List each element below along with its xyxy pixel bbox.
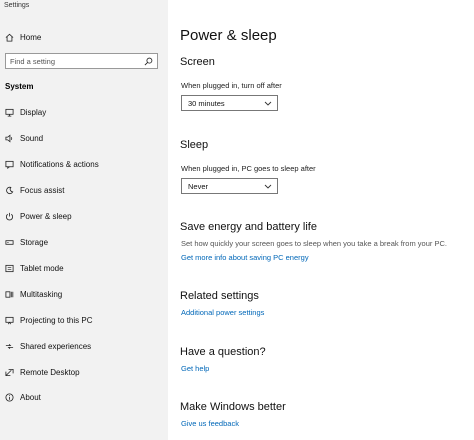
make-windows-better-heading: Make Windows better — [180, 401, 286, 413]
get-help-link[interactable]: Get help — [181, 364, 209, 373]
sidebar-item-label: Sound — [20, 133, 44, 143]
sidebar-item-label: Projecting to this PC — [20, 315, 93, 325]
notifications-icon — [5, 160, 14, 169]
sound-icon — [5, 134, 14, 143]
power-icon — [5, 212, 14, 221]
storage-icon — [5, 238, 14, 247]
main-content: Power & sleep Screen When plugged in, tu… — [168, 0, 474, 440]
sidebar-item-label: Focus assist — [20, 185, 65, 195]
additional-power-settings-link[interactable]: Additional power settings — [181, 308, 264, 317]
screen-timeout-value: 30 minutes — [188, 99, 225, 108]
display-icon — [5, 108, 14, 117]
question-heading: Have a question? — [180, 346, 266, 358]
sleep-timeout-value: Never — [188, 182, 209, 191]
tablet-icon — [5, 264, 14, 273]
screen-plugged-in-label: When plugged in, turn off after — [181, 81, 282, 90]
page-title: Power & sleep — [180, 27, 277, 44]
save-energy-description: Set how quickly your screen goes to slee… — [181, 239, 447, 248]
sidebar-item-label: Power & sleep — [20, 211, 72, 221]
sidebar-section-system: System — [5, 82, 34, 91]
sidebar-item-label: Multitasking — [20, 289, 63, 299]
search-icon — [144, 57, 153, 66]
home-icon — [5, 33, 14, 42]
sidebar-item-storage[interactable]: Storage — [0, 233, 168, 251]
sidebar-item-label: Display — [20, 107, 47, 117]
sidebar-item-focus-assist[interactable]: Focus assist — [0, 181, 168, 199]
projecting-icon — [5, 316, 14, 325]
sidebar-item-shared-experiences[interactable]: Shared experiences — [0, 337, 168, 355]
sidebar-item-label: Storage — [20, 237, 49, 247]
related-settings-heading: Related settings — [180, 290, 259, 302]
energy-info-link[interactable]: Get more info about saving PC energy — [181, 253, 309, 262]
sidebar-item-notifications[interactable]: Notifications & actions — [0, 155, 168, 173]
sidebar-item-label: Tablet mode — [20, 263, 64, 273]
sidebar-item-label: Remote Desktop — [20, 367, 80, 377]
give-feedback-link[interactable]: Give us feedback — [181, 419, 239, 428]
sidebar-item-label: About — [20, 392, 41, 402]
sidebar-item-sound[interactable]: Sound — [0, 129, 168, 147]
chevron-down-icon — [264, 184, 272, 189]
chevron-down-icon — [264, 101, 272, 106]
sidebar-item-label: Notifications & actions — [20, 159, 99, 169]
screen-heading: Screen — [180, 56, 215, 68]
sleep-timeout-dropdown[interactable]: Never — [181, 178, 278, 194]
focus-assist-icon — [5, 186, 14, 195]
sidebar-item-multitasking[interactable]: Multitasking — [0, 285, 168, 303]
sidebar-item-remote-desktop[interactable]: Remote Desktop — [0, 363, 168, 381]
search-placeholder: Find a setting — [10, 57, 56, 66]
sidebar-item-home[interactable]: Home — [0, 28, 168, 46]
sleep-heading: Sleep — [180, 139, 209, 151]
search-input[interactable]: Find a setting — [5, 53, 158, 69]
info-icon — [5, 392, 14, 402]
sidebar-item-display[interactable]: Display — [0, 103, 168, 121]
window-title: Settings — [4, 2, 30, 9]
remote-desktop-icon — [5, 368, 14, 377]
sleep-plugged-in-label: When plugged in, PC goes to sleep after — [181, 164, 316, 173]
save-energy-heading: Save energy and battery life — [180, 221, 317, 233]
sidebar-item-about[interactable]: About — [0, 388, 168, 406]
sidebar-item-projecting[interactable]: Projecting to this PC — [0, 311, 168, 329]
shared-experiences-icon — [5, 342, 14, 351]
sidebar-item-label: Shared experiences — [20, 341, 92, 351]
multitasking-icon — [5, 290, 14, 299]
sidebar-item-tablet-mode[interactable]: Tablet mode — [0, 259, 168, 277]
sidebar-item-power-sleep[interactable]: Power & sleep — [0, 207, 168, 225]
screen-timeout-dropdown[interactable]: 30 minutes — [181, 95, 278, 111]
sidebar: Settings Home Find a setting System Disp… — [0, 0, 168, 440]
sidebar-item-label: Home — [20, 32, 42, 42]
